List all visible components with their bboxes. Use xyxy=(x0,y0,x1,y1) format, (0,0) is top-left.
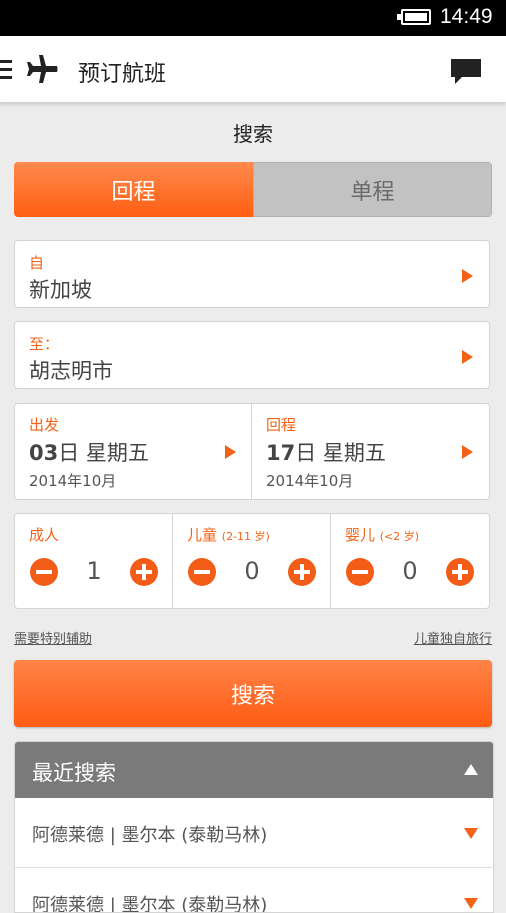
search-button[interactable]: 搜索 xyxy=(14,660,492,727)
passengers-card: 成人 1 儿童 (2-11 岁) 0 婴儿 (<2 岁) 0 xyxy=(14,513,490,609)
depart-date-field[interactable]: 出发 03日 星期五 2014年10月 xyxy=(15,404,251,501)
adult-label: 成人 xyxy=(29,526,60,544)
section-title: 搜索 xyxy=(233,122,273,146)
adult-minus-button[interactable] xyxy=(30,558,58,586)
recent-search-item[interactable]: 阿德莱德 | 墨尔本 (泰勒马林) xyxy=(15,868,493,913)
round-trip-tab[interactable]: 回程 xyxy=(14,162,253,217)
status-bar: 14:49 xyxy=(0,0,506,36)
recent-searches-panel: 最近搜索 阿德莱德 | 墨尔本 (泰勒马林) 阿德莱德 | 墨尔本 (泰勒马林) xyxy=(14,741,494,913)
dates-card: 出发 03日 星期五 2014年10月 回程 17日 星期五 2014年10月 xyxy=(14,403,490,500)
child-plus-button[interactable] xyxy=(288,558,316,586)
infant-count: 0 xyxy=(402,557,418,585)
unaccompanied-minor-link[interactable]: 儿童独自旅行 xyxy=(414,628,492,647)
one-way-tab[interactable]: 单程 xyxy=(253,162,492,217)
adult-plus-button[interactable] xyxy=(130,558,158,586)
expand-icon xyxy=(464,828,478,839)
infant-minus-button[interactable] xyxy=(346,558,374,586)
recent-search-item[interactable]: 阿德莱德 | 墨尔本 (泰勒马林) xyxy=(15,798,493,868)
trip-type-toggle: 回程 单程 xyxy=(14,162,492,217)
special-assistance-link[interactable]: 需要特别辅助 xyxy=(14,628,92,647)
menu-icon[interactable] xyxy=(0,60,12,80)
depart-month: 2014年10月 xyxy=(29,472,117,490)
recent-search-route: 阿德莱德 | 墨尔本 (泰勒马林) xyxy=(32,825,268,846)
child-count: 0 xyxy=(244,557,260,585)
chat-icon[interactable] xyxy=(450,58,482,86)
page-title: 预订航班 xyxy=(78,62,167,87)
recent-search-route: 阿德莱德 | 墨尔本 (泰勒马林) xyxy=(32,895,268,913)
destination-label: 至： xyxy=(29,335,60,353)
status-time: 14:49 xyxy=(440,5,493,28)
depart-arrow-icon xyxy=(225,445,236,459)
child-label: 儿童 (2-11 岁) xyxy=(187,526,270,544)
battery-icon xyxy=(397,9,431,25)
infant-label: 婴儿 (<2 岁) xyxy=(345,526,420,544)
destination-value: 胡志明市 xyxy=(29,359,113,383)
destination-arrow-icon xyxy=(462,350,473,364)
return-month: 2014年10月 xyxy=(266,472,354,490)
return-date: 17日 星期五 xyxy=(266,441,386,465)
return-label: 回程 xyxy=(266,416,297,434)
return-date-field[interactable]: 回程 17日 星期五 2014年10月 xyxy=(252,404,491,501)
airplane-icon xyxy=(27,55,58,83)
action-bar: 预订航班 xyxy=(0,36,506,103)
origin-label: 自 xyxy=(29,254,45,272)
adult-count: 1 xyxy=(86,557,102,585)
collapse-icon xyxy=(464,764,478,775)
depart-label: 出发 xyxy=(29,416,60,434)
return-arrow-icon xyxy=(462,445,473,459)
infant-plus-button[interactable] xyxy=(446,558,474,586)
origin-value: 新加坡 xyxy=(29,278,92,302)
origin-arrow-icon xyxy=(462,269,473,283)
recent-searches-header[interactable]: 最近搜索 xyxy=(15,742,493,798)
child-minus-button[interactable] xyxy=(188,558,216,586)
destination-field[interactable]: 至： 胡志明市 xyxy=(14,321,490,389)
depart-date: 03日 星期五 xyxy=(29,441,149,465)
origin-field[interactable]: 自 新加坡 xyxy=(14,240,490,308)
recent-searches-title: 最近搜索 xyxy=(32,761,116,785)
